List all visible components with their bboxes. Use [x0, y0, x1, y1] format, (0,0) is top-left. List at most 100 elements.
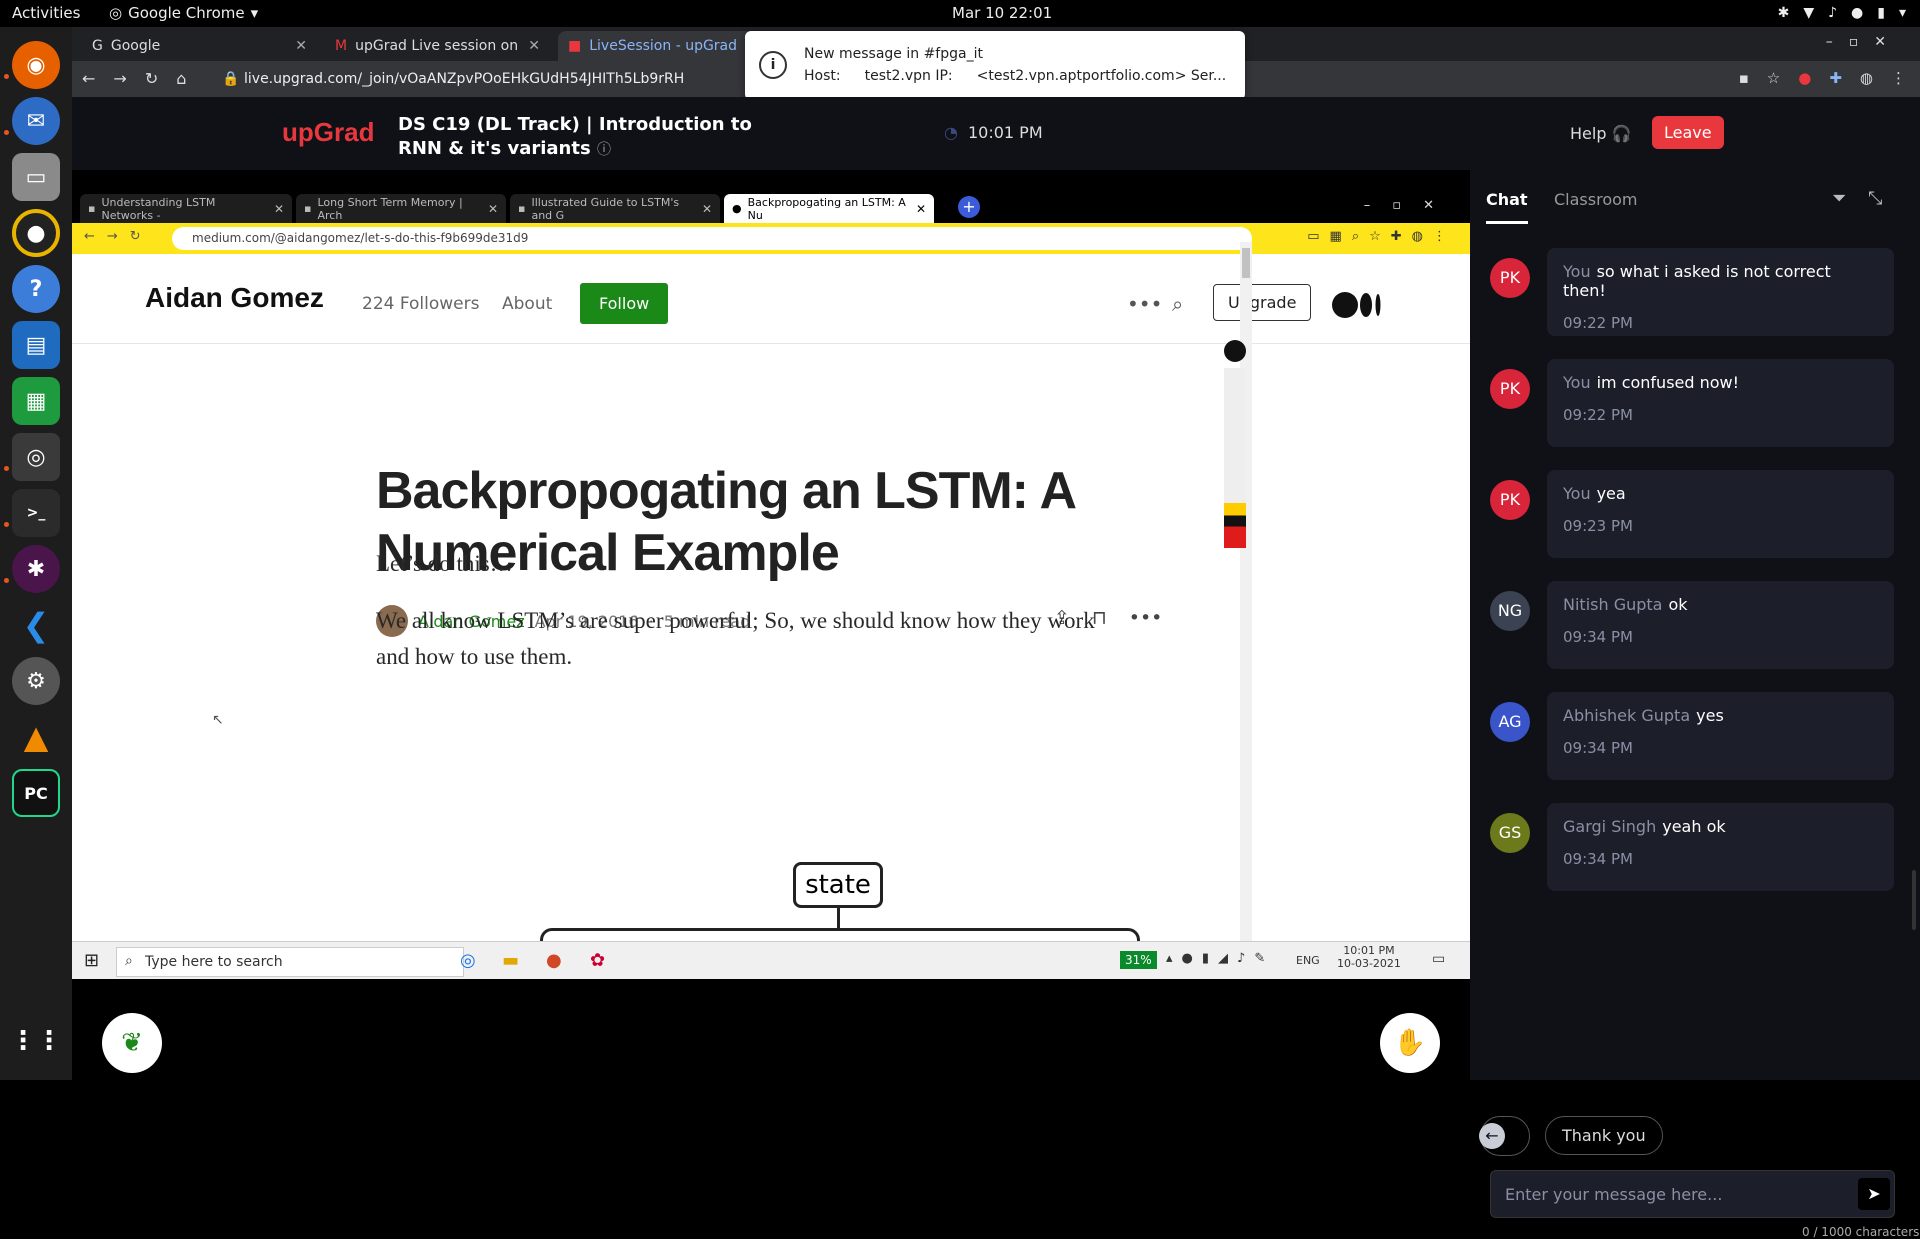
back-arrow-icon[interactable]: ←	[1479, 1123, 1505, 1149]
annotation-toolbar[interactable]	[1224, 340, 1248, 600]
language-indicator[interactable]: ENG	[1296, 954, 1320, 967]
info-icon[interactable]: ⓘ	[597, 142, 611, 158]
tab-chat[interactable]: Chat	[1486, 190, 1528, 224]
app-menu[interactable]: ◎ Google Chrome ▾	[109, 4, 258, 22]
reload-icon[interactable]: ↻	[145, 69, 158, 88]
home-icon[interactable]: ⌂	[176, 69, 186, 88]
forward-icon[interactable]: →	[113, 69, 126, 88]
shared-window-controls[interactable]: –▫✕	[1364, 198, 1456, 213]
notification-detail: <test2.vpn.aptportfolio.com> Ser...	[976, 68, 1227, 84]
shared-tab-4[interactable]: ● Backpropogating an LSTM: A Nu ✕	[724, 194, 934, 223]
menu-icon[interactable]: ⋮	[1891, 69, 1906, 87]
battery-indicator[interactable]: 31%	[1120, 951, 1157, 969]
about-link[interactable]: About	[502, 294, 552, 314]
pin-icon[interactable]	[1224, 340, 1246, 362]
help-button[interactable]: Help 🎧	[1570, 124, 1632, 143]
lock-icon: 🔒	[222, 71, 240, 87]
annotation-tools[interactable]	[1224, 368, 1246, 548]
shared-url-text: medium.com/@aidangomez/let-s-do-this-f9b…	[192, 231, 529, 245]
windows-start-icon[interactable]: ⊞	[84, 950, 99, 971]
desktop-notification[interactable]: i New message in #fpga_it Host: test2.vp…	[745, 31, 1245, 100]
shared-tab-3[interactable]: ▪ Illustrated Guide to LSTM's and G ✕	[510, 194, 720, 223]
settings-icon[interactable]: ⚙	[12, 657, 60, 705]
raise-hand-icon[interactable]: ✋	[1380, 1013, 1440, 1073]
chrome-taskbar-icon[interactable]: ◎	[460, 950, 476, 971]
explorer-taskbar-icon[interactable]: ▬	[502, 950, 519, 971]
shared-nav-icons[interactable]: ←→↻	[84, 229, 153, 244]
message-bubble: Abhishek Gupta yes 09:34 PM	[1547, 692, 1894, 780]
tab-upgrad-session[interactable]: M upGrad Live session on 10 ✕	[325, 31, 550, 61]
taskbar-clock[interactable]: 10:01 PM 10-03-2021	[1337, 944, 1401, 970]
close-icon[interactable]: ✕	[528, 38, 540, 54]
help-icon[interactable]: ?	[12, 265, 60, 313]
followers-count[interactable]: 224 Followers	[362, 294, 479, 314]
diagram-label: state	[805, 870, 871, 900]
tab-google[interactable]: G Google ✕	[82, 31, 317, 61]
message-text: yeah ok	[1662, 817, 1726, 836]
message-bubble: You so what i asked is not correct then! …	[1547, 248, 1894, 336]
extension-icon[interactable]: ●	[1798, 69, 1811, 87]
follow-button[interactable]: Follow	[580, 283, 669, 324]
taskbar-tray-icons[interactable]: ▴●▮◢♪✎	[1166, 951, 1274, 966]
camera-icon[interactable]: ▪	[1739, 69, 1749, 87]
puzzle-icon[interactable]: ✚	[1829, 69, 1842, 87]
notification-title: New message in #fpga_it	[804, 46, 983, 62]
shared-tab-2[interactable]: ▪ Long Short Term Memory | Arch ✕	[296, 194, 506, 223]
rhythmbox-icon[interactable]: ●	[12, 209, 60, 257]
close-icon[interactable]: ✕	[488, 202, 498, 216]
thunderbird-icon[interactable]: ✉	[12, 97, 60, 145]
tab-classroom[interactable]: Classroom	[1554, 190, 1637, 209]
vlc-icon[interactable]: ▲	[12, 713, 60, 761]
search-icon[interactable]: ⌕	[1172, 292, 1183, 316]
quick-reply-previous[interactable]: ←	[1479, 1116, 1530, 1156]
medium-logo-icon[interactable]	[1332, 290, 1382, 320]
more-icon[interactable]: •••	[1129, 607, 1163, 629]
writer-icon[interactable]: ▤	[12, 321, 60, 369]
files-icon[interactable]: ▭	[12, 153, 60, 201]
back-icon[interactable]: ←	[82, 69, 95, 88]
collapse-icon[interactable]: ⤡	[1868, 188, 1882, 209]
slack-icon[interactable]: ✱	[12, 545, 60, 593]
pycharm-icon[interactable]: PC	[12, 769, 60, 817]
close-icon[interactable]: ✕	[916, 202, 926, 216]
leaf-icon[interactable]: ❦	[102, 1013, 162, 1073]
terminal-icon[interactable]: >_	[12, 489, 60, 537]
activities-button[interactable]: Activities	[12, 4, 80, 22]
more-icon[interactable]: •••	[1127, 292, 1162, 316]
message-input[interactable]: Enter your message here...	[1490, 1170, 1895, 1218]
vscode-icon[interactable]: ❮	[12, 601, 60, 649]
close-icon[interactable]: ✕	[702, 202, 712, 216]
firefox-icon[interactable]: ◉	[12, 41, 60, 89]
calc-icon[interactable]: ▦	[12, 377, 60, 425]
app-menu-label: Google Chrome	[128, 4, 245, 22]
new-tab-icon[interactable]: +	[958, 196, 980, 218]
paint-taskbar-icon[interactable]: ✿	[590, 950, 605, 971]
shared-tab-1[interactable]: ▪ Understanding LSTM Networks - ✕	[80, 194, 292, 223]
avatar: AG	[1490, 702, 1530, 742]
close-icon[interactable]: ✕	[274, 202, 284, 216]
system-tray[interactable]: ✱ ▼ ♪ ● ▮ ▾	[1778, 5, 1906, 21]
help-label: Help	[1570, 124, 1607, 143]
chrome-dock-icon[interactable]: ◎	[12, 433, 60, 481]
shared-address-bar[interactable]: medium.com/@aidangomez/let-s-do-this-f9b…	[172, 227, 1252, 250]
scrollbar-thumb[interactable]	[1242, 248, 1250, 278]
chat-scrollbar[interactable]	[1912, 870, 1916, 930]
taskbar-search[interactable]: ⌕ Type here to search	[116, 947, 464, 977]
profile-name[interactable]: Aidan Gomez	[145, 282, 324, 314]
message-bubble: Gargi Singh yeah ok 09:34 PM	[1547, 803, 1894, 891]
profile-avatar[interactable]: ◍	[1860, 69, 1873, 87]
upgrade-button[interactable]: Upgrade	[1213, 284, 1312, 321]
notification-center-icon[interactable]: ▭	[1432, 951, 1445, 967]
show-apps-icon[interactable]: ⋮⋮	[10, 1017, 62, 1065]
window-controls[interactable]: –▫✕	[1826, 34, 1902, 50]
system-clock[interactable]: Mar 10 22:01	[952, 4, 1052, 22]
leave-button[interactable]: Leave	[1652, 116, 1724, 149]
star-icon[interactable]: ☆	[1767, 69, 1780, 87]
close-icon[interactable]: ✕	[295, 38, 307, 54]
send-icon[interactable]: ➤	[1858, 1178, 1890, 1210]
powerpoint-taskbar-icon[interactable]: ●	[546, 950, 562, 971]
running-indicator	[4, 130, 9, 135]
filter-icon[interactable]: ⏷	[1832, 188, 1846, 209]
shared-toolbar-icons[interactable]: ▭▦⌕☆✚◍⋮	[1307, 229, 1456, 244]
quick-reply-chip[interactable]: Thank you	[1545, 1116, 1663, 1155]
